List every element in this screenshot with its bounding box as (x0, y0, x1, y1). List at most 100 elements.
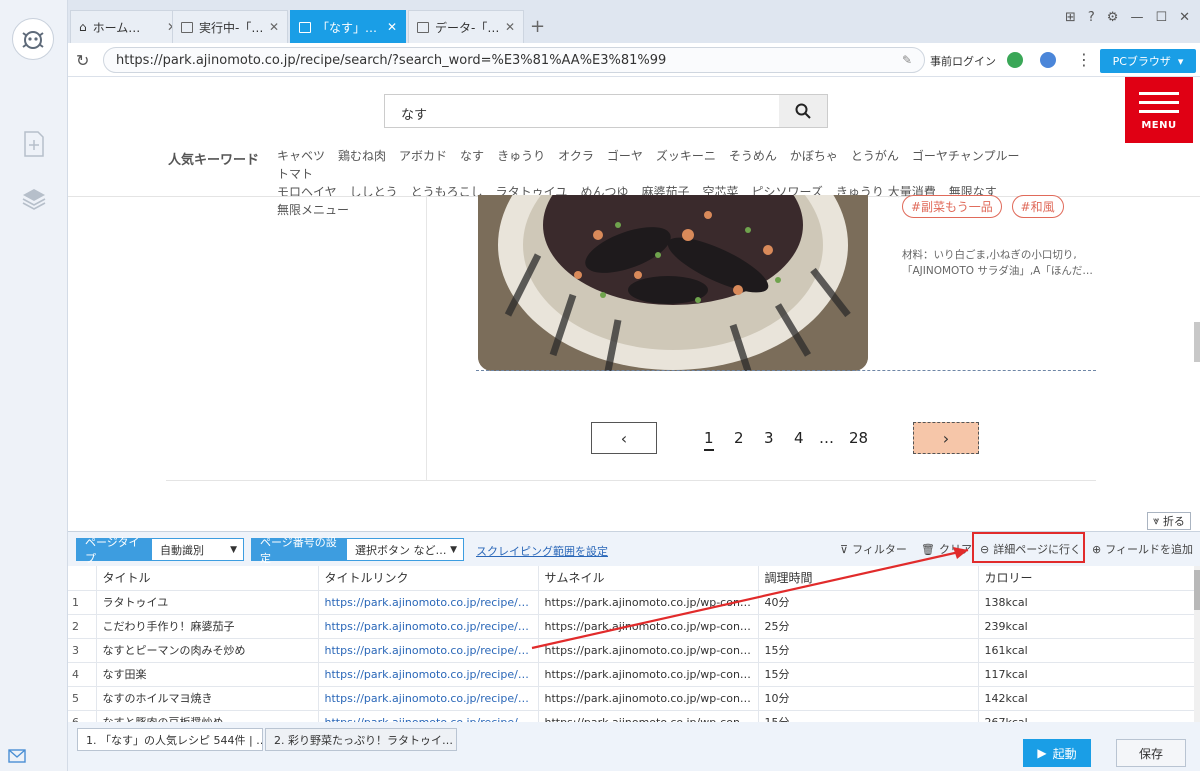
table-row[interactable]: 2 こだわり手作り！麻婆茄子 https://park.ajinomoto.co.j… (68, 614, 1194, 639)
filter-button[interactable]: ⊽ フィルター (840, 541, 907, 557)
page-tab-1[interactable]: 1. 「なす」の人気レシピ 544件 | … (77, 728, 263, 751)
keyword-link[interactable]: きゅうり (497, 147, 545, 165)
gift-icon[interactable]: ⊞ (1065, 10, 1076, 25)
link-cell: https://park.ajinomoto.co.jp/recipe/card… (318, 638, 539, 663)
keyword-link[interactable]: アボカド (399, 147, 447, 165)
keyword-link[interactable]: 鶏むね肉 (338, 147, 386, 165)
tab-home[interactable]: ⌂ ホーム… ✕ (70, 10, 186, 43)
close-icon[interactable]: ✕ (269, 20, 279, 34)
trash-icon: 🗑 (921, 542, 935, 556)
table-row[interactable]: 1 ラタトゥイユ https://park.ajinomoto.co.jp/reci… (68, 590, 1194, 615)
clear-button[interactable]: 🗑 クリア (921, 541, 972, 557)
tab-label: 「なす」… (317, 20, 378, 35)
url-text: https://park.ajinomoto.co.jp/recipe/sear… (116, 52, 667, 68)
table-row[interactable]: 3 なすとピーマンの肉みそ炒め https://park.ajinomoto.co.… (68, 638, 1194, 663)
keyword-link[interactable]: モロヘイヤ (277, 183, 337, 201)
scraping-scope-link[interactable]: スクレイピング範囲を設定 (476, 543, 608, 559)
close-icon[interactable]: ⊗ (457, 733, 458, 746)
recipe-photo[interactable] (478, 195, 868, 371)
clear-label: クリア (938, 543, 972, 556)
tab-data[interactable]: データ-「… ✕ (408, 10, 524, 43)
play-icon: ▶ (1037, 746, 1047, 760)
thumbnail-cell: https://park.ajinomoto.co.jp/wp-content/… (538, 662, 759, 687)
calorie-cell: 138kcal (978, 590, 1194, 615)
keyword-link[interactable]: ゴーヤチャンプルー (912, 147, 1020, 165)
run-button[interactable]: ▶ 起動 (1023, 739, 1091, 767)
column-header[interactable]: カロリー (978, 566, 1194, 591)
search-button[interactable] (779, 95, 827, 127)
next-page-button[interactable]: › (913, 422, 979, 454)
collapse-label: 折る (1162, 515, 1185, 528)
extension-green-icon[interactable] (1007, 52, 1023, 68)
page-4-link[interactable]: 4 (794, 429, 804, 447)
keyword-link[interactable]: トマト (277, 165, 313, 183)
close-icon[interactable]: ✕ (387, 20, 397, 34)
keyword-link[interactable]: そうめん (729, 147, 777, 165)
add-field-button[interactable]: ⊕ フィールドを追加 (1092, 541, 1193, 557)
calorie-cell: 239kcal (978, 614, 1194, 639)
recipe-search-box[interactable]: なす (384, 94, 828, 128)
more-options-icon[interactable]: ⋮ (1076, 50, 1092, 69)
edit-pen-icon[interactable]: ✎ (902, 53, 912, 67)
collapse-button[interactable]: ⩔ 折る (1147, 512, 1191, 530)
row-index: 3 (68, 638, 97, 663)
mail-icon[interactable] (8, 749, 26, 763)
table-row[interactable]: 4 なす田楽 https://park.ajinomoto.co.jp/recipe… (68, 662, 1194, 687)
keyword-link[interactable]: オクラ (558, 147, 594, 165)
gear-icon[interactable]: ⚙ (1107, 10, 1119, 25)
pc-browser-dropdown[interactable]: PCブラウザ ▾ (1100, 49, 1196, 73)
menu-label: MENU (1141, 120, 1177, 131)
url-input[interactable]: https://park.ajinomoto.co.jp/recipe/sear… (103, 47, 925, 73)
page-number-select[interactable]: 選択ボタン など… ▼ (346, 538, 464, 561)
page-type-value: 自動識別 (160, 543, 204, 557)
pre-login-button[interactable]: 事前ログイン (930, 53, 996, 69)
keyword-link[interactable]: なす (460, 147, 484, 165)
reload-icon[interactable]: ↻ (76, 51, 89, 70)
page-scrollbar[interactable] (1194, 322, 1200, 362)
window-close-icon[interactable]: ✕ (1179, 10, 1190, 25)
column-header[interactable]: 調理時間 (758, 566, 979, 591)
tab-label: データ-「… (435, 20, 500, 35)
keyword-link[interactable]: ズッキーニ (656, 147, 716, 165)
page-type-select[interactable]: 自動識別 ▼ (151, 538, 244, 561)
column-header[interactable]: タイトル (96, 566, 319, 591)
col-index (68, 566, 97, 591)
table-scrollbar[interactable] (1194, 566, 1200, 722)
maximize-icon[interactable]: ☐ (1155, 10, 1167, 25)
table-row[interactable]: 5 なすのホイルマヨ焼き https://park.ajinomoto.co.jp/… (68, 686, 1194, 711)
new-tab-button[interactable]: + (530, 16, 545, 37)
tab-running[interactable]: 実行中-「… ✕ (172, 10, 288, 43)
new-task-icon[interactable] (20, 130, 48, 158)
layers-icon[interactable] (20, 185, 48, 213)
page-tab-2[interactable]: 2. 彩り野菜たっぷり！ラタトゥイ… ⊗ (265, 728, 457, 751)
search-input[interactable]: なす (401, 104, 427, 123)
help-icon[interactable]: ? (1088, 10, 1095, 25)
menu-button[interactable]: MENU (1125, 77, 1193, 143)
keyword-link[interactable]: キャベツ (277, 147, 325, 165)
keyword-link[interactable]: とうもろこし (411, 183, 483, 201)
page-2-link[interactable]: 2 (734, 429, 744, 447)
web-content: なす MENU 人気キーワード キャベツ 鶏むね肉 アボカド なす きゅうり オクラ ゴーヤ… (68, 77, 1200, 531)
close-icon[interactable]: ✕ (505, 20, 515, 34)
page-1-link[interactable]: 1 (704, 429, 714, 451)
minimize-icon[interactable]: — (1130, 10, 1143, 25)
page-3-link[interactable]: 3 (764, 429, 774, 447)
tab-nasu[interactable]: 「なす」… ✕ (290, 10, 406, 43)
tag-item[interactable]: #副菜もう一品 (902, 195, 1002, 218)
column-header[interactable]: タイトルリンク (318, 566, 539, 591)
page-last-link[interactable]: 28 (849, 429, 868, 447)
extension-blue-icon[interactable] (1040, 52, 1056, 68)
pc-browser-label: PCブラウザ (1112, 55, 1171, 68)
tag-item[interactable]: #和風 (1011, 195, 1064, 218)
plus-circle-icon: ⊕ (1092, 542, 1102, 556)
keyword-link[interactable]: とうがん (851, 147, 899, 165)
prev-page-button[interactable]: ‹ (591, 422, 657, 454)
keyword-link[interactable]: 無限メニュー (277, 201, 349, 219)
keyword-link[interactable]: ゴーヤ (607, 147, 643, 165)
table-row[interactable]: 6なすと豚肉の豆板醤炒めhttps://park.ajinomoto.co.jp… (68, 710, 1194, 722)
keyword-link[interactable]: かぼちゃ (790, 147, 838, 165)
calorie-cell: 161kcal (978, 638, 1194, 663)
keyword-link[interactable]: ししとう (350, 183, 398, 201)
save-button[interactable]: 保存 (1116, 739, 1186, 767)
column-header[interactable]: サムネイル (538, 566, 759, 591)
